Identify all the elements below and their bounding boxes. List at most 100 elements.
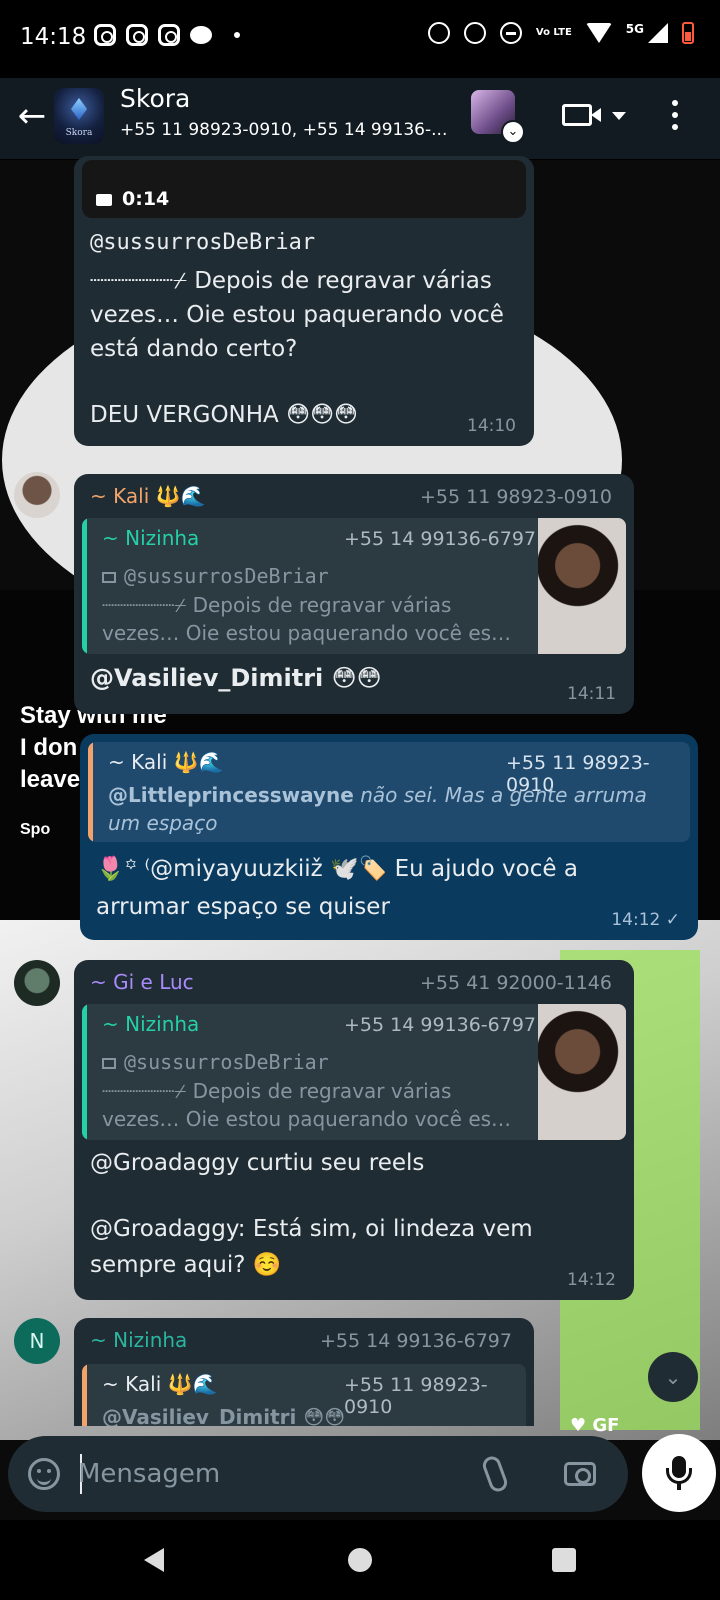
group-participants[interactable]: +55 11 98923-0910, +55 14 99136-... xyxy=(120,120,447,140)
avatar[interactable] xyxy=(14,960,60,1006)
message-text: arrumar espaço se quiser xyxy=(96,894,390,920)
quote-text: vezes… Oie estou paquerando você es… xyxy=(102,1107,512,1131)
quote-bar xyxy=(88,742,93,842)
message-time: 14:11 xyxy=(567,684,616,704)
instagram-icon xyxy=(158,24,180,46)
signal-icon xyxy=(648,23,668,43)
message-text: 🌷꙳ ⁽@miyayuuzkiiž 🕊️🏷️ Eu ajudo você a xyxy=(96,856,578,882)
sender-phone: +55 11 98923-0910 xyxy=(419,486,612,508)
gem-logo-icon xyxy=(71,98,87,120)
avatar[interactable]: N xyxy=(14,1318,60,1364)
message-time: 14:12 ✓ xyxy=(611,910,680,930)
nav-home-icon[interactable] xyxy=(348,1548,372,1572)
group-avatar[interactable]: Skora xyxy=(54,88,104,144)
quote-sender: ~ Kali 🔱🌊 xyxy=(102,1372,218,1396)
message-bubble[interactable]: ~ Gi e Luc +55 41 92000-1146 ~ Nizinha +… xyxy=(74,960,634,1300)
system-nav-bar xyxy=(0,1520,720,1600)
message-text: sempre aqui? ☺️ xyxy=(90,1252,282,1278)
quoted-message[interactable]: ~ Nizinha +55 14 99136-6797 @sussurrosDe… xyxy=(82,518,626,654)
video-duration: 0:14 xyxy=(122,188,170,210)
message-time: 14:12 xyxy=(567,1270,616,1290)
quote-phone: +55 14 99136-6797 xyxy=(344,528,537,550)
ongoing-call-avatar[interactable]: ⌄ xyxy=(471,90,525,144)
network-type: 5G xyxy=(625,22,644,36)
mute-icon xyxy=(463,22,486,44)
message-bubble[interactable]: ~ Kali 🔱🌊 +55 11 98923-0910 ~ Nizinha +5… xyxy=(74,474,634,714)
attach-icon[interactable] xyxy=(480,1454,510,1494)
sender-phone: +55 14 99136-6797 xyxy=(319,1330,512,1352)
quote-text: @Littleprincesswayne não sei. Mas a gent… xyxy=(108,783,647,807)
quote-thumbnail xyxy=(538,1004,626,1140)
scroll-to-bottom-button[interactable]: ⌄ xyxy=(648,1352,698,1402)
avatar[interactable] xyxy=(14,472,60,518)
chevron-down-icon: ⌄ xyxy=(501,120,525,144)
quoted-message[interactable]: ~ Kali 🔱🌊 +55 11 98923-0910 @Vasiliev_Di… xyxy=(82,1364,526,1426)
sender-name[interactable]: ~ Nizinha xyxy=(90,1328,187,1352)
quote-text: um espaço xyxy=(108,811,218,835)
instagram-icon xyxy=(94,24,116,46)
message-text: está dando certo? xyxy=(90,336,298,362)
chat-header: ← Skora Skora +55 11 98923-0910, +55 14 … xyxy=(0,78,720,160)
do-not-disturb-icon xyxy=(499,22,522,44)
quote-mention: @sussurrosDeBriar xyxy=(102,1050,329,1074)
status-bar: 14:18 Vo LTE 5G xyxy=(0,0,720,78)
caret-down-icon[interactable] xyxy=(612,112,626,120)
quote-thumbnail xyxy=(538,518,626,654)
battery-icon xyxy=(682,22,694,44)
mic-button[interactable] xyxy=(642,1434,716,1512)
sender-phone: +55 41 92000-1146 xyxy=(419,972,612,994)
quote-text: ┈┈┈┈┈┈⌿ Depois de regravar várias xyxy=(102,1079,452,1103)
quote-text: ┈┈┈┈┈┈⌿ Depois de regravar várias xyxy=(102,593,452,617)
message-text: ┈┈┈┈┈┈⌿ Depois de regravar várias xyxy=(90,268,492,294)
group-name[interactable]: Skora xyxy=(120,84,190,113)
quoted-message[interactable]: ~ Nizinha +55 14 99136-6797 @sussurrosDe… xyxy=(82,1004,626,1140)
instagram-icon xyxy=(126,24,148,46)
video-camera-icon xyxy=(102,1058,116,1069)
quote-sender: ~ Kali 🔱🌊 xyxy=(108,750,224,774)
quote-sender: ~ Nizinha xyxy=(102,526,200,550)
nav-recents-icon[interactable] xyxy=(552,1548,576,1572)
more-notifications-dot-icon xyxy=(234,32,240,38)
back-arrow-icon[interactable]: ← xyxy=(12,96,52,136)
nav-back-icon[interactable] xyxy=(144,1548,164,1572)
group-avatar-text: Skora xyxy=(65,128,93,138)
quote-phone: +55 11 98923-0910 xyxy=(344,1374,488,1418)
video-camera-icon xyxy=(96,194,112,206)
emoji-icon[interactable] xyxy=(28,1458,60,1490)
quote-sender: ~ Nizinha xyxy=(102,1012,200,1036)
message-bubble[interactable]: 0:14 @sussurrosDeBriar ┈┈┈┈┈┈⌿ Depois de… xyxy=(74,156,534,446)
wallpaper-text: ♥ GF xyxy=(570,1415,620,1436)
chat-bubble-icon xyxy=(190,26,212,44)
message-text: @Groadaggy: Está sim, oi lindeza vem xyxy=(90,1216,533,1242)
alarm-icon xyxy=(427,22,450,44)
message-bubble[interactable]: ~ Nizinha +55 14 99136-6797 ~ Kali 🔱🌊 +5… xyxy=(74,1318,534,1426)
message-composer xyxy=(8,1436,628,1512)
message-time: 14:10 xyxy=(467,416,516,436)
quote-phone: +55 14 99136-6797 xyxy=(344,1014,537,1036)
quote-mention: @Littleprincesswayne xyxy=(108,783,354,807)
quoted-message[interactable]: ~ Kali 🔱🌊 +55 11 98923-0910 @Littleprinc… xyxy=(88,742,690,842)
quote-mention: @sussurrosDeBriar xyxy=(102,564,329,588)
volte-icon: Vo LTE xyxy=(535,27,572,38)
quote-text: vezes… Oie estou paquerando você es… xyxy=(102,621,512,645)
message-text: @Vasiliev_Dimitri 😳😳 xyxy=(90,664,382,692)
message-text: DEU VERGONHA 😳😳😳 xyxy=(90,402,359,428)
more-vert-icon[interactable] xyxy=(672,100,682,136)
system-icons: Vo LTE 5G xyxy=(427,22,694,44)
camera-icon[interactable] xyxy=(564,1462,596,1486)
quote-text: @Vasiliev_Dimitri 😳😳 xyxy=(102,1405,346,1426)
message-text: vezes… Oie estou paquerando você xyxy=(90,302,504,328)
quote-bar xyxy=(82,1004,87,1140)
notification-icons xyxy=(94,24,240,46)
video-call-icon[interactable] xyxy=(562,104,601,126)
avatar-letter: N xyxy=(29,1329,45,1353)
wifi-icon xyxy=(585,23,612,43)
message-input[interactable] xyxy=(78,1450,458,1498)
message-text: @Groadaggy curtiu seu reels xyxy=(90,1150,425,1176)
mention[interactable]: @sussurrosDeBriar xyxy=(90,230,315,255)
message-bubble-outgoing[interactable]: ~ Kali 🔱🌊 +55 11 98923-0910 @Littleprinc… xyxy=(80,734,698,940)
video-thumbnail[interactable]: 0:14 xyxy=(82,160,526,218)
video-camera-icon xyxy=(102,572,116,583)
sender-name[interactable]: ~ Gi e Luc xyxy=(90,970,194,994)
sender-name[interactable]: ~ Kali 🔱🌊 xyxy=(90,484,205,508)
